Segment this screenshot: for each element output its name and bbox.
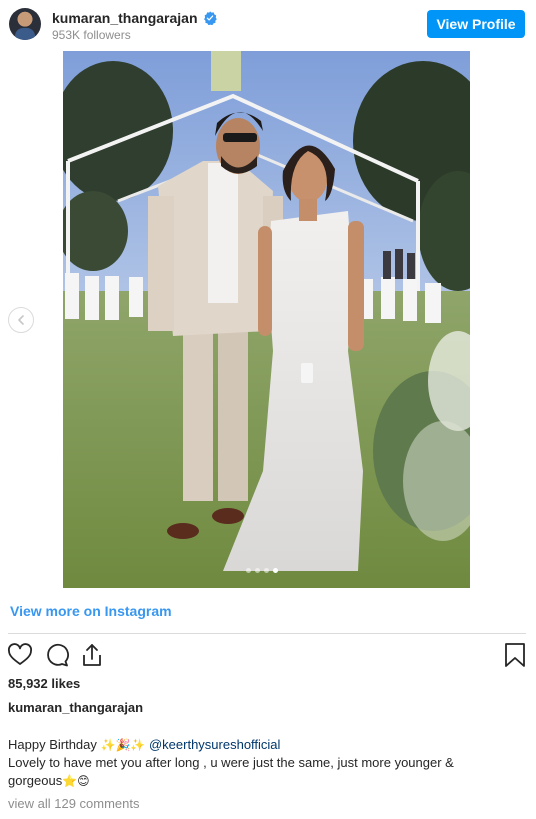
comment-icon[interactable]: [44, 642, 70, 668]
caption-line-2: Lovely to have met you after long , u we…: [8, 755, 454, 770]
view-more-link[interactable]: View more on Instagram: [10, 603, 172, 619]
caption-line-3: gorgeous⭐😊: [8, 772, 518, 790]
carousel-dot: [246, 568, 251, 573]
divider: [8, 633, 526, 634]
post-author[interactable]: kumaran_thangarajan: [8, 700, 143, 715]
carousel-dot: [264, 568, 269, 573]
mention-link[interactable]: @keerthysureshofficial: [149, 737, 280, 752]
caption-emoji: ✨🎉✨: [100, 738, 146, 752]
post-header: kumaran_thangarajan 953K followers View …: [0, 0, 536, 48]
post-caption: Happy Birthday ✨🎉✨ @keerthysureshofficia…: [8, 736, 518, 790]
action-bar: [0, 640, 536, 670]
caption-text: gorgeous: [8, 773, 63, 788]
carousel-dot-active: [273, 568, 278, 573]
post-photo[interactable]: [63, 51, 470, 588]
verified-badge-icon: [203, 11, 217, 25]
bookmark-icon[interactable]: [502, 642, 528, 668]
caption-line-1: Happy Birthday ✨🎉✨ @keerthysureshofficia…: [8, 736, 518, 754]
username[interactable]: kumaran_thangarajan: [52, 10, 198, 26]
share-icon[interactable]: [79, 642, 105, 668]
carousel-indicator: [246, 568, 278, 573]
chevron-left-icon: [18, 315, 24, 325]
view-profile-button[interactable]: View Profile: [427, 10, 525, 38]
caption-emoji: ⭐😊: [62, 774, 90, 788]
caption-text: Happy Birthday: [8, 737, 97, 752]
heart-icon[interactable]: [7, 642, 33, 668]
carousel-prev-button[interactable]: [8, 307, 34, 333]
username-row: kumaran_thangarajan: [52, 10, 217, 26]
like-count[interactable]: 85,932 likes: [8, 676, 80, 691]
follower-count: 953K followers: [52, 28, 131, 42]
carousel-dot: [255, 568, 260, 573]
view-all-comments-link[interactable]: view all 129 comments: [8, 796, 140, 811]
avatar[interactable]: [9, 8, 41, 40]
photo-illustration: [63, 51, 470, 588]
